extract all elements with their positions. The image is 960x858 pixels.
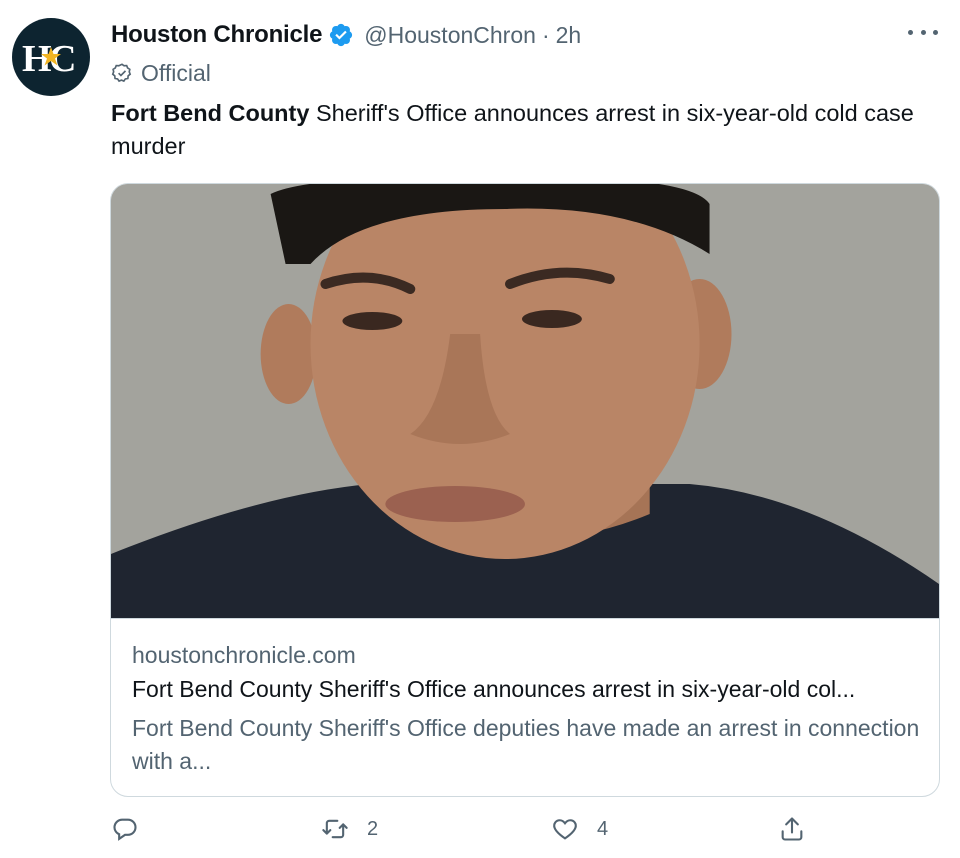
official-label: Official [111,58,211,88]
author-handle[interactable]: @HoustonChron [364,22,536,49]
houston-chronicle-logo: H C [22,38,76,79]
avatar[interactable]: H C [12,18,90,96]
like-count: 4 [597,817,609,840]
timestamp[interactable]: 2h [556,22,582,49]
retweet-button[interactable]: 2 [321,815,378,843]
retweet-count: 2 [367,817,379,840]
card-title: Fort Bend County Sheriff's Office announ… [132,676,856,702]
author-name[interactable]: Houston Chronicle [111,21,322,49]
official-check-icon [111,63,132,83]
more-options-icon[interactable] [908,22,938,42]
verified-badge-icon [328,22,354,48]
share-button[interactable] [778,815,806,843]
tweet-header: Houston Chronicle @HoustonChron · 2h [111,18,940,52]
reply-button[interactable] [111,815,157,843]
like-button[interactable]: 4 [551,815,608,843]
separator: · [541,21,550,48]
tweet-text-bold[interactable]: Fort Bend County [111,100,309,126]
official-label-text: Official [141,59,211,86]
reply-icon [113,818,137,841]
share-icon [781,817,803,841]
link-card[interactable]: houstonchronicle.com Fort Bend County Sh… [110,183,940,797]
card-description: Fort Bend County Sheriff's Office deputi… [132,715,920,774]
tweet-actions: 2 4 [111,815,831,855]
card-image[interactable] [111,184,939,619]
mugshot-photo [111,184,939,618]
tweet-text: Fort Bend County Sheriff's Office announ… [111,97,931,163]
card-domain: houstonchronicle.com [132,642,356,668]
heart-icon [553,819,577,840]
retweet-icon [322,819,348,839]
